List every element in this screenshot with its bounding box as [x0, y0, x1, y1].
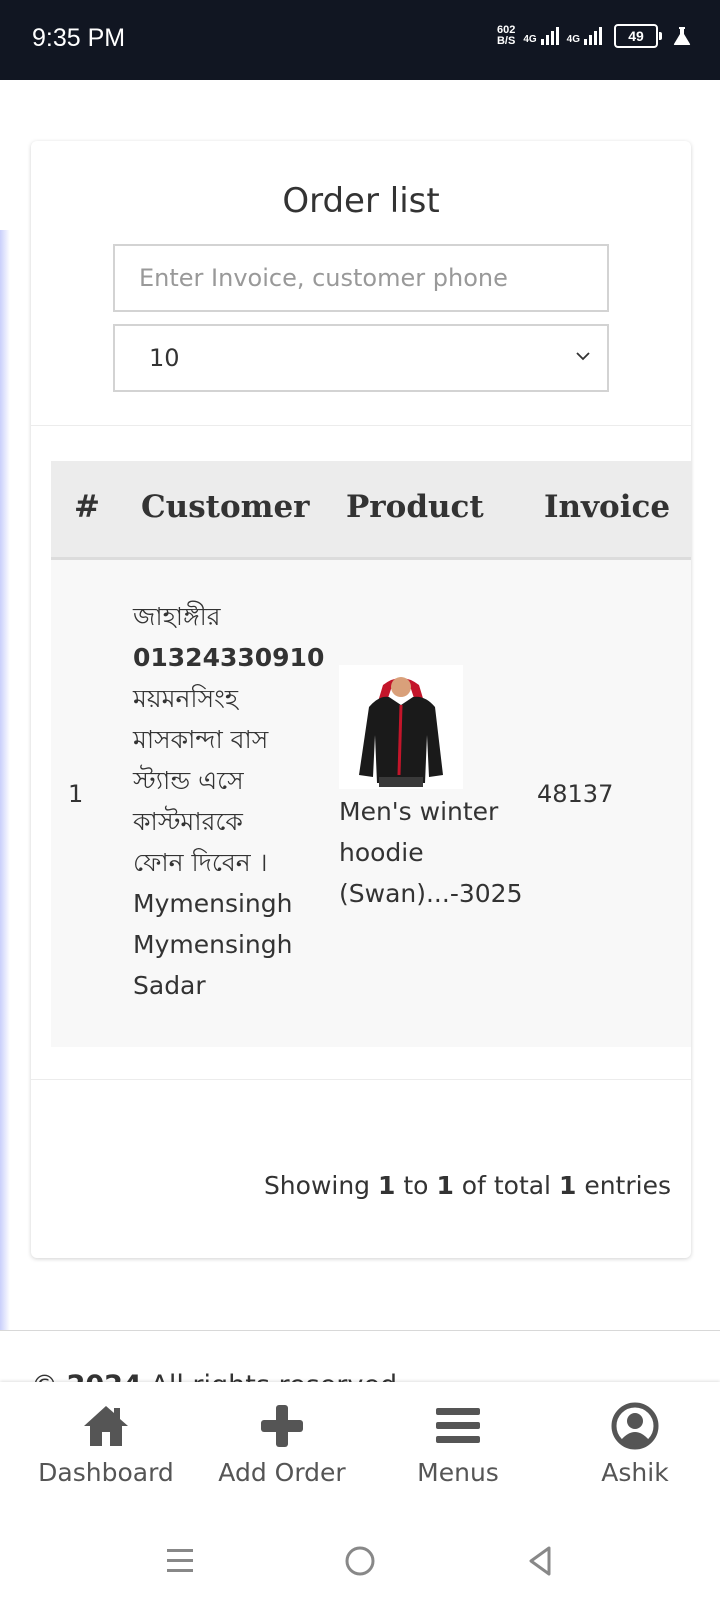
address-line: Sadar — [133, 971, 206, 1000]
nav-profile[interactable]: Ashik — [545, 1382, 720, 1510]
header-product: Product — [346, 489, 484, 525]
header-invoice: Invoice — [544, 489, 671, 525]
user-circle-icon — [611, 1402, 659, 1450]
net-speed: 602 B/S — [496, 24, 516, 47]
address-line: Mymensingh — [133, 930, 293, 959]
plus-icon — [261, 1405, 303, 1447]
page-size-value: 10 — [149, 344, 180, 372]
orders-table: # Customer Product Invoice 1 জাহাঙ্গীর 0… — [51, 461, 691, 1047]
address-line: ময়মনসিংহ — [133, 684, 238, 713]
recent-apps-icon[interactable] — [163, 1544, 197, 1578]
signal-icon: 4G — [567, 27, 602, 45]
divider — [0, 1330, 720, 1331]
nav-add-order[interactable]: Add Order — [192, 1382, 372, 1510]
menu-icon — [436, 1408, 480, 1443]
address-line: Mymensingh — [133, 889, 293, 918]
home-circle-icon[interactable] — [343, 1544, 377, 1578]
left-edge-decoration — [0, 230, 10, 1330]
product-name[interactable]: Men's winter hoodie (Swan)...-3025 — [339, 791, 522, 914]
order-list-card: Order list Enter Invoice, customer phone… — [31, 141, 691, 1258]
status-icons: 602 B/S 4G 4G 49 — [497, 24, 692, 48]
status-bar: 9:35 PM 602 B/S 4G 4G 49 — [0, 0, 720, 80]
address-line: ফোন দিবেন । — [133, 848, 268, 877]
row-number: 1 — [68, 780, 84, 808]
header-number: # — [74, 489, 100, 525]
pagination-summary: Showing 1 to 1 of total 1 entries — [263, 1171, 671, 1200]
nav-dashboard[interactable]: Dashboard — [16, 1382, 196, 1510]
product-image[interactable] — [339, 665, 463, 789]
battery-icon: 49 — [614, 24, 662, 48]
page-title: Order list — [282, 181, 440, 221]
address-line: কাস্টমারকে — [133, 807, 243, 836]
divider — [31, 425, 691, 426]
customer-name: জাহাঙ্গীর — [133, 602, 221, 631]
header-customer: Customer — [141, 489, 310, 525]
home-icon — [84, 1406, 128, 1446]
customer-cell: জাহাঙ্গীর 01324330910 ময়মনসিংহ মাসকান্দ… — [133, 596, 325, 1006]
page-size-select[interactable]: 10 — [113, 324, 609, 392]
table-row[interactable]: 1 জাহাঙ্গীর 01324330910 ময়মনসিংহ মাসকান… — [51, 560, 691, 1047]
table-header: # Customer Product Invoice — [51, 461, 691, 560]
nav-menus[interactable]: Menus — [368, 1382, 548, 1510]
address-line: স্ট্যান্ড এসে — [133, 766, 244, 795]
chevron-down-icon — [576, 352, 590, 361]
back-icon[interactable] — [523, 1544, 557, 1578]
customer-phone: 01324330910 — [133, 643, 325, 672]
system-navigation-bar — [0, 1510, 720, 1612]
flask-icon — [673, 27, 691, 45]
search-input[interactable]: Enter Invoice, customer phone — [113, 244, 609, 312]
divider — [31, 1079, 691, 1080]
signal-icon: 4G — [523, 27, 559, 45]
invoice-number: 48137 — [537, 780, 614, 808]
status-time: 9:35 PM — [32, 24, 126, 52]
bottom-navigation: Dashboard Add Order Menus Ashik — [0, 1382, 720, 1510]
address-line: মাসকান্দা বাস — [133, 725, 269, 754]
